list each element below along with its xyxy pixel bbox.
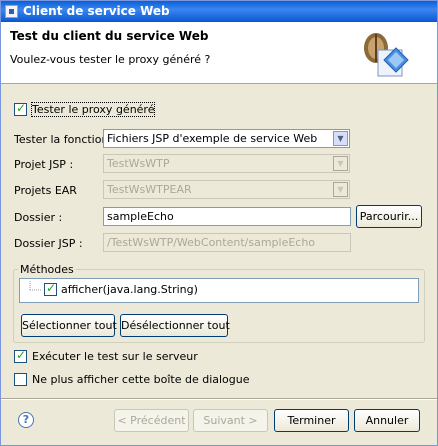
deselect-all-button[interactable]: Désélectionner tout — [120, 314, 230, 337]
test-function-label: Tester la fonction — [14, 133, 109, 146]
ear-projects-label: Projets EAR — [14, 184, 77, 197]
jsp-project-label: Projet JSP : — [14, 158, 74, 171]
test-proxy-label[interactable]: Tester le proxy généré — [30, 102, 156, 117]
dont-show-checkbox[interactable] — [14, 373, 27, 386]
page-description: Voulez-vous tester le proxy généré ? — [10, 53, 211, 66]
browse-button[interactable]: Parcourir... — [356, 205, 422, 228]
page-title: Test du client du service Web — [10, 29, 209, 43]
dropdown-arrow-icon[interactable]: ▼ — [333, 182, 348, 197]
folder-label: Dossier : — [14, 211, 63, 224]
help-icon[interactable]: ? — [18, 412, 34, 428]
dropdown-arrow-icon[interactable]: ▼ — [333, 131, 348, 146]
method-label[interactable]: afficher(java.lang.String) — [61, 283, 198, 296]
methods-group-title: Méthodes — [18, 263, 76, 276]
test-function-value: Fichiers JSP d'exemple de service Web — [107, 132, 318, 145]
wizard-banner-icon — [364, 33, 409, 77]
methods-tree[interactable]: afficher(java.lang.String) — [19, 278, 419, 303]
back-button[interactable]: < Précédent — [114, 409, 189, 432]
dialog-window: Client de service Web Test du client du … — [0, 0, 438, 446]
app-icon — [5, 5, 18, 18]
folder-value: sampleEcho — [107, 210, 174, 223]
dropdown-arrow-icon[interactable]: ▼ — [333, 156, 348, 171]
jsp-project-select[interactable]: TestWsWTP ▼ — [103, 154, 350, 173]
window-title: Client de service Web — [23, 4, 170, 18]
folder-input[interactable]: sampleEcho — [103, 207, 351, 226]
next-button[interactable]: Suivant > — [193, 409, 268, 432]
ear-projects-value: TestWsWTPEAR — [107, 183, 192, 196]
jsp-folder-input[interactable]: /TestWsWTP/WebContent/sampleEcho — [103, 233, 351, 252]
test-proxy-checkbox[interactable] — [14, 101, 27, 116]
wizard-banner: Test du client du service Web Voulez-vou… — [1, 22, 437, 84]
tree-connector — [29, 281, 42, 291]
dont-show-label[interactable]: Ne plus afficher cette boîte de dialogue — [32, 373, 250, 386]
jsp-folder-label: Dossier JSP : — [14, 237, 83, 250]
select-all-button[interactable]: Sélectionner tout — [21, 314, 117, 337]
jsp-project-value: TestWsWTP — [107, 157, 170, 170]
jsp-folder-value: /TestWsWTP/WebContent/sampleEcho — [107, 236, 316, 249]
finish-button[interactable]: Terminer — [274, 409, 349, 432]
run-on-server-label[interactable]: Exécuter le test sur le serveur — [32, 350, 198, 363]
footer-separator — [1, 398, 437, 400]
method-checkbox[interactable] — [44, 281, 57, 296]
cancel-button[interactable]: Annuler — [354, 409, 420, 432]
title-bar[interactable]: Client de service Web — [1, 1, 437, 22]
ear-projects-select[interactable]: TestWsWTPEAR ▼ — [103, 180, 350, 199]
run-on-server-checkbox[interactable] — [14, 348, 27, 363]
test-function-select[interactable]: Fichiers JSP d'exemple de service Web ▼ — [103, 129, 350, 148]
